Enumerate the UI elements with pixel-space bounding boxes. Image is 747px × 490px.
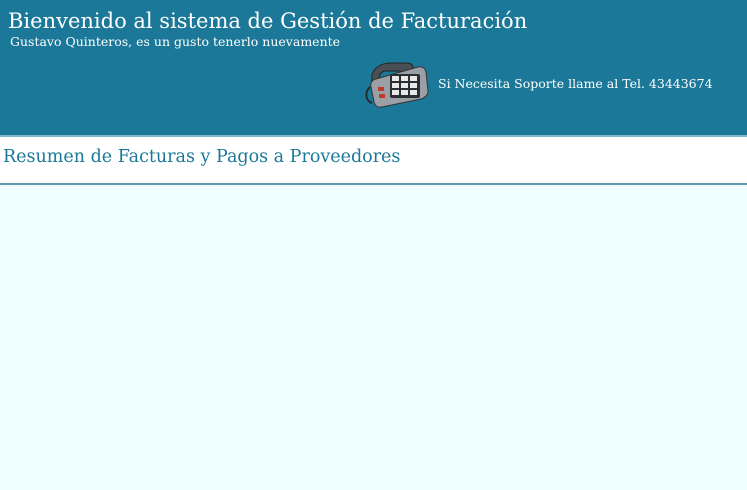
phone-icon [365,62,429,108]
page-title: Resumen de Facturas y Pagos a Proveedore… [3,147,401,167]
welcome-message: Gustavo Quinteros, es un gusto tenerlo n… [10,34,341,49]
support-phone-text: Si Necesita Soporte llame al Tel. 434436… [438,75,713,91]
app-title: Bienvenido al sistema de Gestión de Fact… [8,9,528,33]
section-header: Resumen de Facturas y Pagos a Proveedore… [0,137,747,185]
main-content [0,185,747,490]
support-info: Si Necesita Soporte llame al Tel. 434436… [362,57,713,109]
app-header: Bienvenido al sistema de Gestión de Fact… [0,0,747,137]
